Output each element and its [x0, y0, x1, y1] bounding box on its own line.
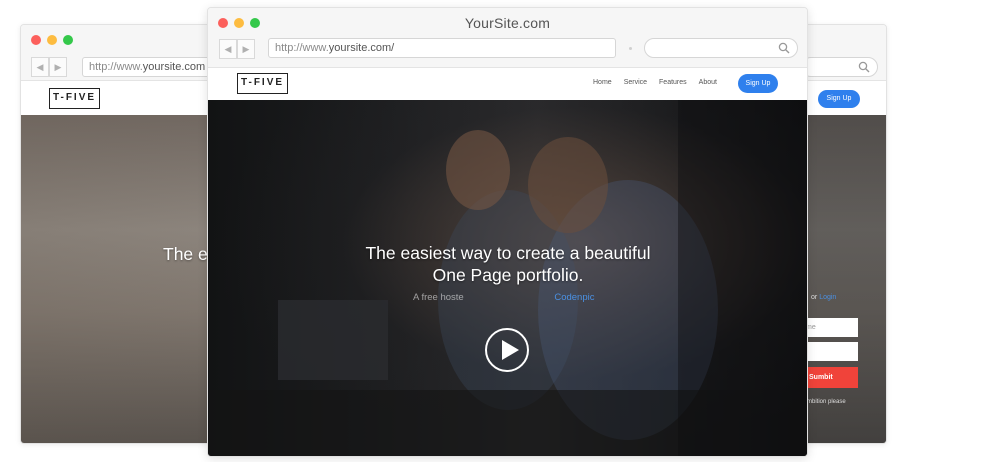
hero-subtitle: A free hoste Codenpic	[413, 292, 594, 303]
submit-label: Sumbit	[809, 374, 833, 381]
close-dot-icon[interactable]	[31, 35, 41, 45]
url-domain: yoursite.com/	[328, 42, 395, 54]
back-arrow-icon[interactable]: ◀	[219, 39, 237, 59]
back-search-field[interactable]	[801, 57, 878, 77]
minimize-dot-icon[interactable]	[47, 35, 57, 45]
submit-button[interactable]: Sumbit	[802, 367, 858, 388]
subtitle-link[interactable]: Codenpic	[554, 292, 594, 303]
nav-item-about[interactable]: About	[699, 79, 717, 86]
email-input[interactable]	[802, 342, 858, 361]
login-prompt: or Login	[811, 294, 836, 301]
site-logo[interactable]: T-FIVE	[49, 88, 100, 109]
hero-headline-line2: One Page portfolio.	[432, 265, 584, 285]
play-icon[interactable]	[485, 328, 529, 372]
front-browser-toolbar: YourSite.com ◀ ▶ http://www.yoursite.com…	[208, 8, 807, 68]
forward-arrow-icon[interactable]: ▶	[49, 57, 67, 77]
front-search-field[interactable]	[644, 38, 798, 58]
url-domain: yoursite.com	[142, 61, 206, 73]
site-logo[interactable]: T-FIVE	[237, 73, 288, 94]
window-title: YourSite.com	[464, 15, 551, 31]
foreground-browser-window: YourSite.com ◀ ▶ http://www.yoursite.com…	[207, 7, 808, 457]
nav-item-home[interactable]: Home	[593, 79, 612, 86]
back-arrow-icon[interactable]: ◀	[31, 57, 49, 77]
front-hero-image: The easiest way to create a beautiful On…	[208, 100, 807, 456]
subtitle-text: A free hoste	[413, 292, 464, 303]
front-site-header: T-FIVE Home Service Features About Sign …	[208, 68, 807, 100]
hero-headline-line1: The easiest way to create a beautiful	[365, 243, 651, 263]
toolbar-separator	[629, 47, 632, 50]
login-link[interactable]: Login	[819, 294, 836, 301]
nav-item-features[interactable]: Features	[659, 79, 687, 86]
back-address-bar[interactable]: http://www.yoursite.com	[82, 57, 222, 77]
form-note: mbition please	[807, 399, 846, 405]
site-nav-menu: Home Service Features About	[593, 79, 717, 86]
url-prefix: http://www.	[275, 42, 329, 54]
name-input[interactable]: me	[802, 318, 858, 337]
search-icon	[778, 42, 790, 54]
or-text: or	[811, 294, 818, 301]
url-prefix: http://www.	[89, 61, 143, 73]
sign-up-button[interactable]: Sign Up	[738, 74, 778, 93]
forward-arrow-icon[interactable]: ▶	[237, 39, 255, 59]
sign-up-button[interactable]: Sign Up	[818, 90, 860, 108]
search-icon	[858, 61, 870, 73]
maximize-dot-icon[interactable]	[63, 35, 73, 45]
hero-headline: The easiest way to create a beautiful On…	[308, 242, 708, 286]
stage: ◀ ▶ http://www.yoursite.com T-FIVE Sign …	[0, 0, 1000, 462]
front-address-bar[interactable]: http://www.yoursite.com/	[268, 38, 616, 58]
nav-item-service[interactable]: Service	[624, 79, 647, 86]
